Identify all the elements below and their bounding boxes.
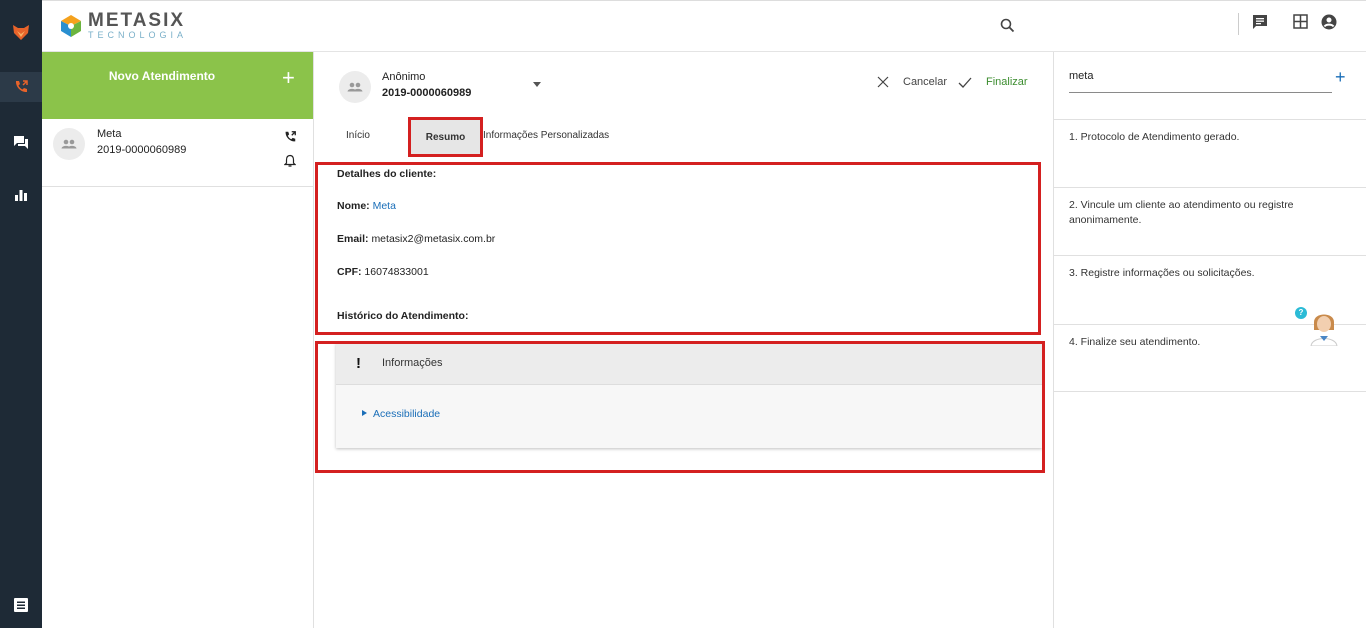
conversation-protocol: 2019-0000060989: [97, 144, 187, 156]
highlight-box-details: [315, 162, 1041, 335]
metasix-logo: METASIX TECNOLOGIA: [58, 11, 187, 40]
check-icon: [958, 77, 972, 88]
grid-icon[interactable]: [1293, 14, 1308, 34]
bell-icon[interactable]: [283, 154, 297, 173]
search-input[interactable]: [1069, 65, 1332, 93]
message-icon[interactable]: [1252, 14, 1268, 35]
new-attendance-button[interactable]: Novo Atendimento +: [42, 52, 313, 119]
brand-fox-icon[interactable]: [0, 17, 42, 47]
list-item[interactable]: Meta 2019-0000060989: [42, 119, 313, 187]
tab-informacoes-personalizadas[interactable]: Informações Personalizadas: [483, 130, 643, 150]
customer-avatar: [339, 71, 371, 103]
guide-step: 2. Vincule um cliente ao atendimento ou …: [1054, 187, 1366, 255]
help-badge: ?: [1295, 307, 1307, 319]
chevron-down-icon[interactable]: [533, 82, 541, 87]
finalize-label: Finalizar: [986, 76, 1028, 88]
phone-forward-icon[interactable]: [283, 130, 297, 149]
app-root: METASIX TECNOLOGIA Novo Atendimento + Me…: [0, 0, 1366, 628]
highlight-box-information: [315, 341, 1045, 473]
search-icon[interactable]: [1000, 18, 1015, 38]
cancel-button[interactable]: Cancelar: [877, 76, 947, 88]
assistant-portrait-icon: [1310, 314, 1338, 347]
logo-main-text: METASIX: [88, 10, 186, 31]
customer-name: Anônimo: [382, 71, 426, 83]
tab-resumo[interactable]: Resumo: [408, 117, 483, 157]
cancel-label: Cancelar: [903, 76, 948, 88]
conversation-list: Novo Atendimento + Meta 2019-0000060989: [42, 52, 314, 628]
account-icon[interactable]: [1321, 14, 1337, 35]
group-icon: [347, 82, 363, 92]
add-icon[interactable]: +: [282, 65, 295, 91]
logo-cube-icon: [61, 14, 81, 37]
ticket-protocol: 2019-0000060989: [382, 87, 472, 99]
top-header: METASIX TECNOLOGIA: [42, 0, 1366, 52]
avatar: [53, 128, 85, 160]
bar-chart-icon[interactable]: [0, 180, 42, 210]
guide-step: 1. Protocolo de Atendimento gerado.: [1054, 119, 1366, 187]
conversation-name: Meta: [97, 128, 122, 140]
tab-inicio[interactable]: Início: [346, 130, 370, 150]
list-icon[interactable]: [0, 590, 42, 620]
ticket-tabs: Início Resumo Informações Personalizadas: [332, 117, 609, 157]
logo-sub-text: TECNOLOGIA: [88, 30, 188, 40]
assistant-avatar[interactable]: ?: [1295, 307, 1340, 347]
phone-forward-icon[interactable]: [0, 72, 42, 102]
group-icon: [61, 139, 77, 149]
guide-panel: + 1. Protocolo de Atendimento gerado. 2.…: [1053, 52, 1366, 628]
header-divider: [1238, 13, 1239, 35]
close-icon: [877, 76, 889, 88]
new-attendance-label: Novo Atendimento: [108, 69, 216, 83]
finalize-button[interactable]: Finalizar: [958, 76, 1028, 88]
ticket-panel: Anônimo 2019-0000060989 Cancelar Finaliz…: [314, 52, 1053, 628]
left-rail: [0, 0, 42, 628]
add-icon[interactable]: +: [1335, 67, 1346, 88]
chat-icon[interactable]: [0, 127, 42, 157]
